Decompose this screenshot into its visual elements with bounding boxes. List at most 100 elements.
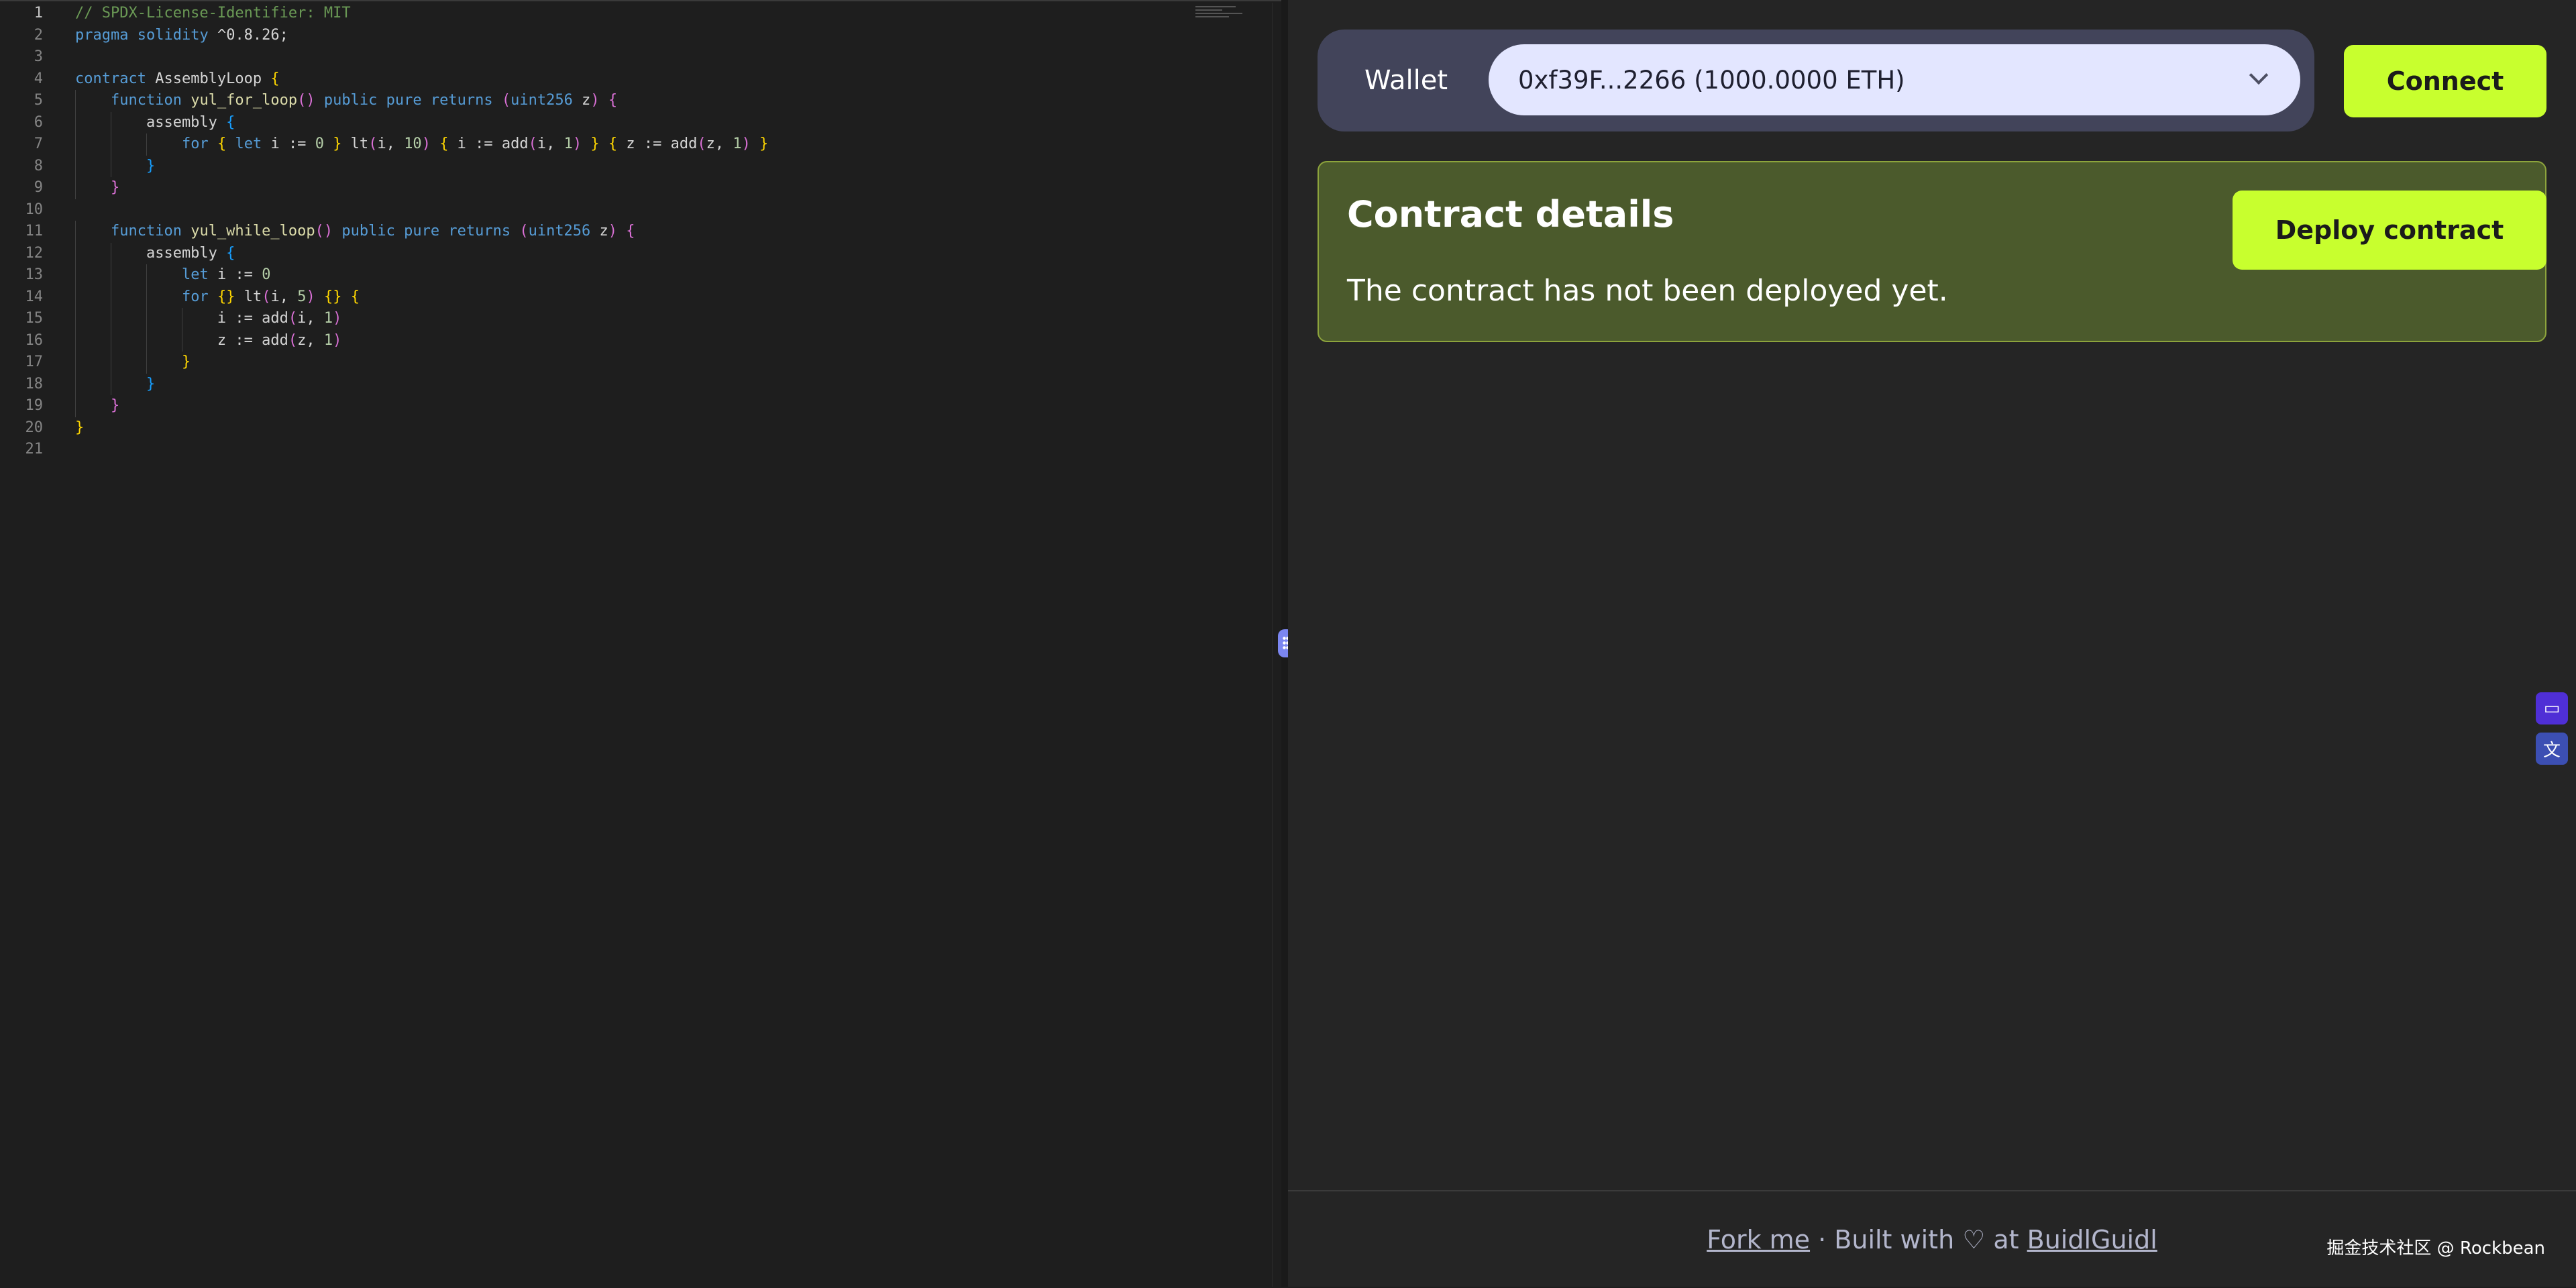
code-text: } (43, 177, 119, 199)
code-token: { (608, 136, 618, 152)
side-toolbar: ▭ 文 (2536, 692, 2568, 773)
indent-guide (75, 352, 76, 374)
screen-chat-icon[interactable]: ▭ (2536, 692, 2568, 724)
line-number: 15 (25, 310, 44, 327)
code-token: 1 (733, 136, 742, 152)
code-line[interactable]: 9 } (0, 177, 768, 199)
line-number: 14 (25, 288, 44, 305)
line-number: 8 (34, 157, 43, 174)
code-line[interactable]: 8 } (0, 155, 768, 177)
wallet-bar: Wallet 0xf39F...2266 (1000.0000 ETH) (1318, 30, 2314, 131)
code-token: i, (537, 136, 564, 152)
line-number: 9 (34, 179, 43, 196)
code-line[interactable]: 5 function yul_for_loop() public pure re… (0, 90, 768, 112)
minimap[interactable] (1195, 4, 1249, 24)
wallet-account-select[interactable]: 0xf39F...2266 (1000.0000 ETH) (1489, 44, 2300, 115)
code-token: // SPDX-License-Identifier: MIT (75, 5, 351, 21)
code-token: yul_for_loop (191, 92, 298, 109)
wallet-selected-account: 0xf39F...2266 (1000.0000 ETH) (1518, 65, 1905, 95)
fork-me-link[interactable]: Fork me (1707, 1225, 1810, 1254)
code-line[interactable]: 20} (0, 417, 768, 439)
line-number: 18 (25, 375, 44, 392)
code-token: 10 (404, 136, 422, 152)
code-line[interactable]: 12 assembly { (0, 242, 768, 264)
code-line[interactable]: 3 (0, 46, 768, 68)
indent-guide (75, 155, 76, 177)
code-line[interactable]: 19 } (0, 395, 768, 417)
indent-guide (146, 133, 147, 156)
code-token: yul_while_loop (191, 223, 315, 239)
indent-guide (75, 286, 76, 308)
code-text: contract AssemblyLoop { (43, 68, 280, 91)
code-lines[interactable]: 1 // SPDX-License-Identifier: MIT 2 pragma … (0, 3, 769, 461)
indent-guide (146, 352, 147, 374)
code-token: 1 (323, 331, 333, 349)
code-token: i := (208, 266, 262, 283)
code-line[interactable]: 16 z := add(z, 1) (0, 329, 768, 352)
connect-button[interactable]: Connect (2344, 45, 2546, 117)
indent-guide (75, 221, 76, 243)
code-text: assembly { (43, 242, 235, 264)
code-token: 0 (262, 266, 271, 283)
code-line[interactable]: 21 (0, 439, 768, 461)
code-token: ^0.8.26; (208, 26, 288, 44)
code-text: let i := 0 (43, 264, 270, 286)
line-number: 4 (34, 70, 43, 87)
code-text: } (43, 155, 155, 177)
code-token: ( (501, 92, 511, 109)
line-number: 21 (25, 441, 44, 458)
code-token: ( (528, 136, 537, 152)
code-text: } (43, 352, 191, 374)
indent-guide (75, 177, 76, 199)
code-line[interactable]: 4 contract AssemblyLoop { (0, 68, 768, 91)
code-line[interactable]: 15 i := add(i, 1) (0, 308, 768, 330)
code-line[interactable]: 7 for { let i := 0 } lt(i, 10) { i := ad… (0, 133, 768, 156)
code-line[interactable]: 1 // SPDX-License-Identifier: MIT (0, 3, 768, 25)
code-token: z, (706, 136, 733, 152)
code-token: i, (270, 288, 298, 305)
indent-guide (75, 395, 76, 417)
wallet-label: Wallet (1364, 65, 1448, 96)
code-editor[interactable]: 1 // SPDX-License-Identifier: MIT 2 pragma … (0, 0, 1281, 1287)
code-line[interactable]: 6 assembly { (0, 111, 768, 133)
code-text: for {} lt(i, 5) {} { (43, 286, 360, 308)
code-line[interactable]: 13 let i := 0 (0, 264, 768, 286)
indent-guide (75, 373, 76, 395)
code-token: ) (608, 223, 618, 239)
line-number: 11 (25, 223, 44, 239)
code-line[interactable]: 11 function yul_while_loop() public pure… (0, 221, 768, 243)
code-token: 0 (315, 136, 324, 152)
code-token: ( (288, 331, 298, 349)
code-token: uint256 (528, 223, 591, 239)
code-token: ) (421, 136, 431, 152)
code-token: pragma (75, 26, 129, 44)
code-line[interactable]: 10 (0, 199, 768, 221)
code-line[interactable]: 2 pragma solidity ^0.8.26; (0, 25, 768, 47)
code-line[interactable]: 14 for {} lt(i, 5) {} { (0, 286, 768, 308)
code-token: contract (75, 70, 146, 87)
deploy-contract-button[interactable]: Deploy contract (2233, 191, 2546, 270)
indent-guide (75, 133, 76, 156)
code-token: lt (235, 288, 262, 305)
code-token: } (146, 375, 156, 392)
code-token: { (439, 136, 449, 152)
code-token: assembly (75, 113, 227, 131)
code-token: { (350, 288, 360, 305)
code-line[interactable]: 18 } (0, 373, 768, 395)
code-line[interactable]: 17 } (0, 352, 768, 374)
code-token: } (110, 179, 120, 196)
code-token: z, (297, 331, 324, 349)
buidlguidl-link[interactable]: BuidlGuidl (2027, 1225, 2157, 1254)
translate-icon[interactable]: 文 (2536, 733, 2568, 765)
code-token: () (297, 92, 315, 109)
